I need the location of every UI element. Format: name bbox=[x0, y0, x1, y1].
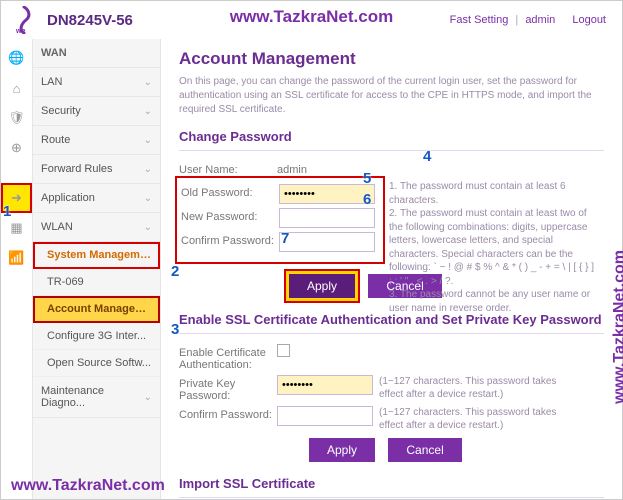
sidebar-item-wlan[interactable]: WLAN⌄ bbox=[33, 213, 160, 242]
password-rules: 1. The password must contain at least 6 … bbox=[389, 180, 599, 315]
watermark-bottom: www.TazkraNet.com bbox=[11, 477, 165, 495]
callout-3: 3 bbox=[171, 321, 179, 338]
sidebar-item-tr069[interactable]: TR-069 bbox=[33, 269, 160, 296]
username-label: User Name: bbox=[179, 161, 277, 176]
sidebar-item-system-management[interactable]: System Management bbox=[33, 242, 160, 269]
wifi-icon[interactable]: 📶 bbox=[1, 243, 32, 273]
callout-7: 7 bbox=[281, 230, 289, 247]
sidebar-item-opensource[interactable]: Open Source Softw... bbox=[33, 350, 160, 377]
logout-link[interactable]: Logout bbox=[572, 14, 606, 26]
ssl-cancel-button[interactable]: Cancel bbox=[388, 438, 461, 462]
chevron-down-icon: ⌄ bbox=[144, 77, 152, 88]
callout-2: 2 bbox=[171, 263, 179, 280]
sidebar-item-3g[interactable]: Configure 3G Inter... bbox=[33, 323, 160, 350]
callout-1: 1 bbox=[3, 203, 11, 220]
chevron-down-icon: ⌄ bbox=[144, 106, 152, 117]
sidebar-item-lan[interactable]: LAN⌄ bbox=[33, 68, 160, 97]
old-password-input[interactable] bbox=[279, 184, 375, 204]
sidebar-item-application[interactable]: Application⌄ bbox=[33, 184, 160, 213]
icon-rail: 🌐 ⌂ 🛡 ⊕ ➜ ▦ 📶 bbox=[1, 39, 33, 499]
sidebar-item-maintenance[interactable]: Maintenance Diagno...⌄ bbox=[33, 377, 160, 418]
chevron-down-icon: ⌄ bbox=[144, 193, 152, 204]
sidebar-item-route[interactable]: Route⌄ bbox=[33, 126, 160, 155]
globe-icon[interactable]: 🌐 bbox=[1, 43, 32, 73]
chevron-down-icon: ⌄ bbox=[144, 164, 152, 175]
sidebar-item-forward-rules[interactable]: Forward Rules⌄ bbox=[33, 155, 160, 184]
private-key-hint: (1~127 characters. This password takes e… bbox=[379, 375, 579, 401]
enable-cert-checkbox[interactable] bbox=[277, 344, 290, 357]
main-panel: Account Management On this page, you can… bbox=[161, 39, 622, 499]
old-password-label: Old Password: bbox=[181, 184, 279, 199]
new-password-label: New Password: bbox=[181, 208, 279, 223]
watermark-top: www.TazkraNet.com bbox=[230, 7, 393, 27]
we-logo: we bbox=[13, 6, 35, 34]
new-password-input[interactable] bbox=[279, 208, 375, 228]
chevron-down-icon: ⌄ bbox=[144, 392, 152, 403]
confirm-password-input[interactable] bbox=[279, 232, 375, 252]
sidebar: WAN LAN⌄ Security⌄ Route⌄ Forward Rules⌄… bbox=[33, 39, 161, 499]
callout-4: 4 bbox=[423, 148, 431, 165]
private-key-input[interactable] bbox=[277, 375, 373, 395]
import-heading: Import SSL Certificate bbox=[179, 476, 604, 491]
svg-text:we: we bbox=[15, 28, 25, 34]
ssl-confirm-input[interactable] bbox=[277, 406, 373, 426]
ssl-confirm-label: Confirm Password: bbox=[179, 406, 277, 421]
model-number: DN8245V-56 bbox=[47, 12, 133, 29]
username-value: admin bbox=[277, 161, 307, 176]
enable-cert-label: Enable Certificate Authentication: bbox=[179, 344, 277, 371]
sidebar-item-wan[interactable]: WAN bbox=[33, 39, 160, 68]
sidebar-item-account-management[interactable]: Account Management bbox=[33, 296, 160, 323]
callout-5: 5 bbox=[363, 170, 371, 187]
page-title: Account Management bbox=[179, 49, 604, 69]
password-box: Old Password: New Password: Confirm Pass… bbox=[179, 180, 381, 260]
private-key-label: Private Key Password: bbox=[179, 375, 277, 402]
sidebar-item-security[interactable]: Security⌄ bbox=[33, 97, 160, 126]
chevron-down-icon: ⌄ bbox=[144, 222, 152, 233]
ssl-apply-button[interactable]: Apply bbox=[309, 438, 375, 462]
header-links: Fast Setting | admin Logout bbox=[446, 14, 610, 26]
home-icon[interactable]: ⌂ bbox=[1, 73, 32, 103]
watermark-right: www.TazkraNet.com bbox=[611, 250, 623, 404]
callout-6: 6 bbox=[363, 191, 371, 208]
ssl-confirm-hint: (1~127 characters. This password takes e… bbox=[379, 406, 579, 432]
shield-icon[interactable]: 🛡 bbox=[1, 103, 32, 133]
confirm-password-label: Confirm Password: bbox=[181, 232, 279, 247]
admin-link[interactable]: admin bbox=[525, 14, 555, 26]
fast-setting-link[interactable]: Fast Setting bbox=[450, 14, 509, 26]
apply-button[interactable]: Apply bbox=[289, 274, 355, 298]
page-desc: On this page, you can change the passwor… bbox=[179, 75, 604, 117]
chevron-down-icon: ⌄ bbox=[144, 135, 152, 146]
app-header: we DN8245V-56 www.TazkraNet.com Fast Set… bbox=[1, 1, 622, 39]
route-icon[interactable]: ⊕ bbox=[1, 133, 32, 163]
change-password-heading: Change Password bbox=[179, 129, 604, 144]
